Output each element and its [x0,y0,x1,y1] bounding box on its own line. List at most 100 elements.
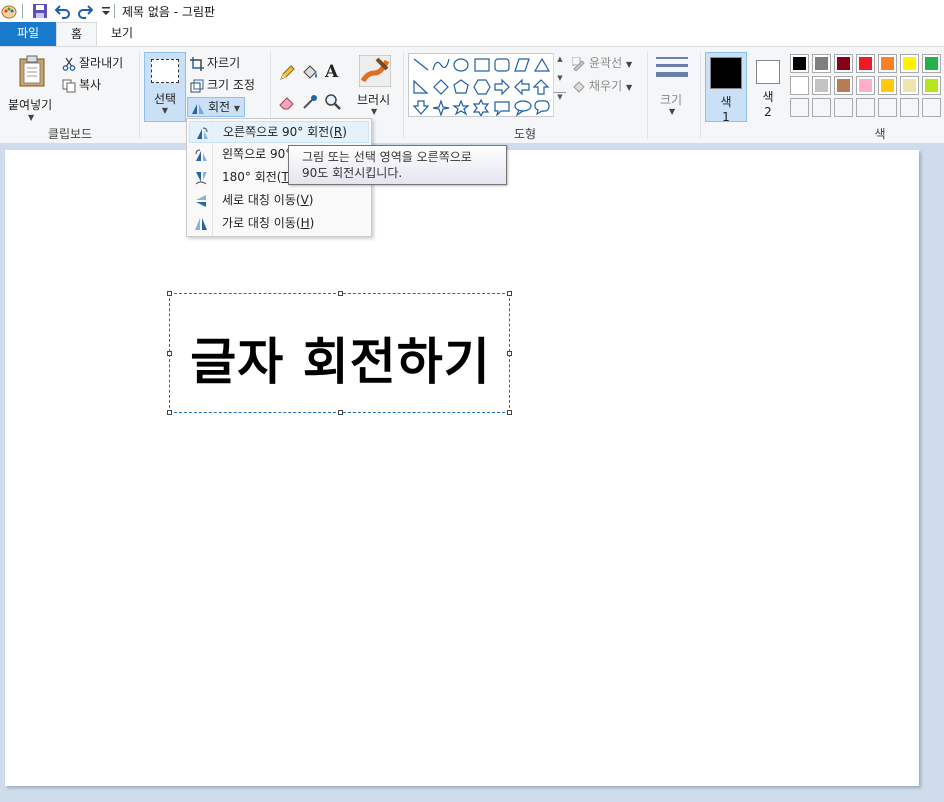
palette-swatch[interactable] [922,54,941,73]
eraser-icon[interactable] [278,93,296,111]
palette-swatch[interactable] [812,98,831,117]
color2-swatch [756,60,780,84]
customize-qat-icon[interactable] [98,3,114,19]
palette-swatch[interactable] [900,76,919,95]
menu-item-flip-horizontal[interactable]: 가로 대칭 이동(H) [189,213,369,235]
redo-icon[interactable] [77,3,93,19]
color1-button[interactable]: 색 1 [705,52,747,124]
resize-button[interactable]: 크기 조정 [190,76,255,93]
color1-number: 1 [722,110,730,124]
outline-icon [572,56,585,71]
canvas-area: 글자 회전하기 [0,145,944,802]
palette-swatch[interactable] [856,98,875,117]
palette-swatch[interactable] [922,98,941,117]
rotate-icon [192,103,204,114]
ribbon: 붙여넣기 ▼ 잘라내기 복사 클립보드 선택 ▼ 자르기 크기 조정 회전 ▼ [0,46,944,144]
palette-swatch[interactable] [812,76,831,95]
resize-handle[interactable] [338,410,343,415]
palette-swatch[interactable] [922,76,941,95]
title-bar: 제목 없음 - 그림판 [0,0,944,22]
magnifier-icon[interactable] [324,93,342,111]
palette-swatch[interactable] [790,76,809,95]
palette-swatch[interactable] [900,54,919,73]
tooltip-line: 90도 회전시킵니다. [302,166,403,180]
menu-item-rotate-right[interactable]: 오른쪽으로 90° 회전(R) [189,121,369,143]
menu-item-label: 오른쪽으로 90° 회전(R) [223,125,347,139]
copy-button[interactable]: 복사 [62,76,101,93]
paste-button[interactable]: 붙여넣기 ▼ [6,53,58,123]
fill-bucket-icon[interactable] [301,64,319,82]
pencil-icon[interactable] [278,64,296,82]
size-button[interactable]: 크기 ▼ [652,53,694,123]
palette-swatch[interactable] [834,76,853,95]
palette-swatch[interactable] [834,98,853,117]
palette-swatch[interactable] [790,98,809,117]
crop-button[interactable]: 자르기 [190,54,240,71]
palette-swatch[interactable] [856,54,875,73]
text-tool-icon[interactable]: A [325,62,338,82]
outline-button[interactable]: 윤곽선 ▼ [572,54,632,71]
selection-box[interactable]: 글자 회전하기 [167,291,512,415]
clipboard-group-label: 클립보드 [47,127,93,141]
copy-icon [62,79,76,92]
paste-icon [19,55,45,87]
scissors-icon [62,57,76,71]
palette-swatch[interactable] [834,54,853,73]
color2-button[interactable]: 색 2 [747,52,789,122]
resize-handle[interactable] [507,291,512,296]
color-picker-icon[interactable] [301,93,319,111]
palette-swatch[interactable] [856,76,875,95]
fill-button[interactable]: 채우기 ▼ [572,77,632,94]
paste-label: 붙여넣기 [8,98,53,112]
select-rect-icon [151,59,179,83]
fill-icon [573,80,585,93]
palette-swatch[interactable] [790,54,809,73]
crop-label: 자르기 [207,56,241,70]
tooltip-line: 그림 또는 선택 영역을 오른쪽으로 [302,150,472,164]
rotate-180-icon [195,172,207,185]
colors-group-label: 색 [874,127,886,141]
undo-icon[interactable] [55,3,71,19]
crop-icon [190,56,204,71]
resize-handle[interactable] [507,410,512,415]
shapes-group-label: 도형 [513,127,537,141]
shapes-scrollbar[interactable]: ▲ ▼ ▼ [553,53,566,117]
palette-swatch[interactable] [878,54,897,73]
palette-swatch[interactable] [878,98,897,117]
rotate-label: 회전 [208,100,231,114]
outline-label: 윤곽선 [589,56,623,70]
tab-view[interactable]: 보기 [98,22,146,46]
resize-handle[interactable] [167,410,172,415]
save-icon[interactable] [32,3,48,19]
rotate-right-icon [197,127,208,139]
drawing-canvas[interactable]: 글자 회전하기 [5,150,919,786]
resize-handle[interactable] [338,291,343,296]
tab-file[interactable]: 파일 [0,22,56,46]
brush-icon [359,55,391,87]
flip-vertical-icon [196,195,206,207]
shapes-gallery[interactable] [408,53,566,117]
size-label: 크기 [660,93,683,107]
ribbon-tabs: 파일 홈 보기 [0,22,944,47]
select-button[interactable]: 선택 ▼ [144,52,186,122]
rotate-button[interactable]: 회전 ▼ [187,97,245,117]
palette-swatch[interactable] [878,76,897,95]
cut-button[interactable]: 잘라내기 [62,54,123,71]
paint-app-icon [1,5,17,19]
brushes-button[interactable]: 브러시 ▼ [354,53,396,123]
palette-swatch[interactable] [900,98,919,117]
menu-item-label: 180° 회전(T) [222,170,294,184]
menu-item-flip-vertical[interactable]: 세로 대칭 이동(V) [189,190,369,212]
tooltip: 그림 또는 선택 영역을 오른쪽으로 90도 회전시킵니다. [288,145,507,185]
resize-label: 크기 조정 [207,78,255,92]
chevron-down-icon: ▼ [371,107,378,116]
flip-horizontal-icon [195,218,207,230]
brushes-label: 브러시 [357,93,391,107]
palette-swatch[interactable] [812,54,831,73]
tab-home[interactable]: 홈 [56,22,97,47]
chevron-down-icon: ▼ [669,107,676,116]
color1-label: 색 [720,95,732,109]
resize-handle[interactable] [167,291,172,296]
chevron-down-icon: ▼ [28,113,35,122]
select-label: 선택 [153,92,177,106]
